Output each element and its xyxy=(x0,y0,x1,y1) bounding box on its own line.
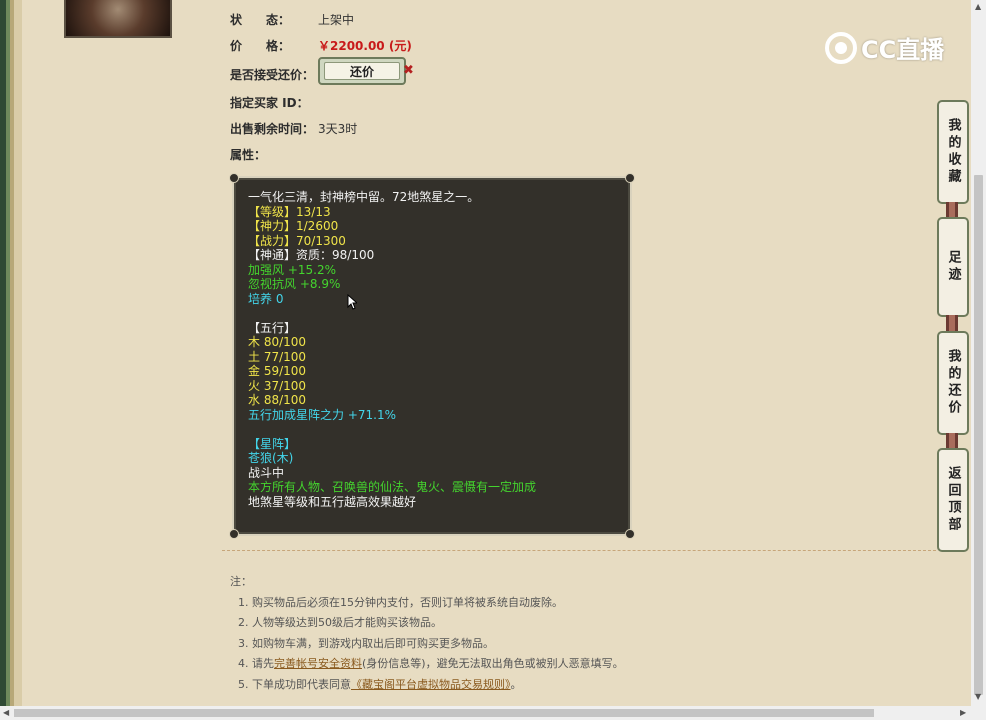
scroll-down-icon[interactable]: ▼ xyxy=(975,692,981,701)
note-item: 4. 请先完善帐号安全资料(身份信息等)，避免无法取出角色或被别人恶意填写。 xyxy=(230,654,624,675)
attribute-line: 加强风 +15.2% xyxy=(248,262,336,277)
panel-corner xyxy=(229,529,239,539)
attribute-line xyxy=(248,422,536,437)
attributes-row: 属性： xyxy=(230,146,266,163)
notes-title: 注： xyxy=(230,575,252,588)
status-value: 上架中 xyxy=(318,13,355,27)
mouse-cursor-icon xyxy=(347,293,359,310)
attribute-line: 苍狼(木) xyxy=(248,451,294,465)
section-divider xyxy=(222,550,936,551)
time-row: 出售剩余时间： 3天3时 xyxy=(230,120,357,137)
counter-offer-button[interactable]: 还价 xyxy=(318,57,406,85)
attribute-line: 火 37/100 xyxy=(248,378,307,393)
vertical-scrollbar-thumb[interactable] xyxy=(974,175,983,695)
side-nav-label: 我的收藏 xyxy=(945,118,961,186)
cc-logo-text: CC直播 xyxy=(861,36,945,64)
attribute-line: 地煞星等级和五行越高效果越好 xyxy=(248,494,417,509)
panel-corner xyxy=(625,529,635,539)
attribute-line: 木 80/100 xyxy=(248,335,307,349)
attribute-line: 忽视抗风 +8.9% xyxy=(248,277,341,291)
note-item: 3. 如购物车满，到游戏内取出后即可购买更多物品。 xyxy=(238,636,494,650)
side-nav-connector xyxy=(946,202,958,218)
account-security-link[interactable]: 完善帐号安全资料 xyxy=(274,657,362,670)
time-label: 出售剩余时间： xyxy=(230,122,315,136)
scroll-up-icon[interactable]: ▲ xyxy=(975,2,981,11)
note-item: 1. 购买物品后必须在15分钟内支付，否则订单将被系统自动废除。 xyxy=(238,595,563,609)
note-item: 2. 人物等级达到50级后才能购买该物品。 xyxy=(238,616,442,629)
horizontal-scrollbar[interactable]: ◀ ▶ xyxy=(0,706,986,720)
scroll-left-icon[interactable]: ◀ xyxy=(3,708,9,717)
attributes-label: 属性： xyxy=(230,148,267,162)
side-nav-label: 返回顶部 xyxy=(945,466,961,534)
side-nav-my-counter-offers[interactable]: 我的还价 xyxy=(937,331,969,435)
attribute-line: 五行加成星阵之力 +71.1% xyxy=(248,407,396,422)
attribute-line: 一气化三清，封神榜中留。72地煞星之一。 xyxy=(248,190,480,204)
side-nav-favorites[interactable]: 我的收藏 xyxy=(937,100,969,204)
attribute-line: 土 77/100 xyxy=(248,349,307,364)
side-nav-back-to-top[interactable]: 返回顶部 xyxy=(937,448,969,552)
attribute-line: 本方所有人物、召唤兽的仙法、鬼火、震慑有一定加成 xyxy=(248,480,537,494)
time-value: 3天3时 xyxy=(318,122,358,136)
attribute-line: 培养 0 xyxy=(248,291,284,306)
note-item: 5. 下单成功即代表同意《藏宝阁平台虚拟物品交易规则》。 xyxy=(230,675,624,696)
attribute-line: 【战力】70/1300 xyxy=(248,233,346,248)
character-portrait[interactable] xyxy=(64,0,172,38)
attribute-line: 水 88/100 xyxy=(248,393,307,407)
note-5-suffix: 。 xyxy=(510,677,522,691)
cc-logo-icon xyxy=(825,31,857,64)
side-nav-footprints[interactable]: 足迹 xyxy=(937,217,969,317)
price-value: ￥2200.00 (元) xyxy=(318,39,412,53)
notes-section: 注： 1. 购买物品后必须在15分钟内支付，否则订单将被系统自动废除。 2. 人… xyxy=(230,572,624,695)
attribute-line: 【神力】1/2600 xyxy=(248,219,339,233)
note-4-prefix: 4. 请先 xyxy=(238,657,274,670)
vertical-scrollbar[interactable]: ▲ ▼ xyxy=(971,0,986,706)
attribute-line: 【星阵】 xyxy=(248,436,297,451)
attribute-line xyxy=(248,306,536,321)
counter-disabled-icon: ✖ xyxy=(403,63,414,78)
scroll-right-icon[interactable]: ▶ xyxy=(960,708,966,717)
attribute-line: 战斗中 xyxy=(248,465,285,480)
counter-offer-label: 是否接受还价： xyxy=(230,68,315,82)
side-nav-connector xyxy=(946,315,958,331)
left-border xyxy=(0,0,22,706)
buyer-row: 指定买家 ID： xyxy=(230,94,309,111)
attribute-line: 【等级】13/13 xyxy=(248,204,331,219)
panel-corner xyxy=(625,173,635,183)
cc-live-logo: CC直播 xyxy=(825,30,944,65)
status-row: 状 态： 上架中 xyxy=(230,11,354,28)
side-nav-label: 足迹 xyxy=(945,250,961,284)
price-row: 价 格： ￥2200.00 (元) xyxy=(230,37,412,54)
trade-rules-link[interactable]: 《藏宝阁平台虚拟物品交易规则》 xyxy=(351,678,511,691)
horizontal-scrollbar-thumb[interactable] xyxy=(14,709,874,717)
attribute-line: 金 59/100 xyxy=(248,364,307,378)
status-label: 状 态： xyxy=(230,13,291,27)
buyer-label: 指定买家 ID： xyxy=(230,96,309,110)
page: 状 态： 上架中 价 格： ￥2200.00 (元) 是否接受还价： 还价 ✖ … xyxy=(0,0,970,706)
item-attribute-panel: 一气化三清，封神榜中留。72地煞星之一。 【等级】13/13 【神力】1/2600 【… xyxy=(229,173,635,539)
attribute-line: 【神通】资质：98/100 xyxy=(248,248,375,262)
counter-offer-button-label: 还价 xyxy=(324,62,400,80)
attribute-line: 【五行】 xyxy=(248,320,297,335)
price-label: 价 格： xyxy=(230,39,291,53)
panel-corner xyxy=(229,173,239,183)
side-nav-connector xyxy=(946,433,958,449)
attribute-lines: 一气化三清，封神榜中留。72地煞星之一。 【等级】13/13 【神力】1/2600 【… xyxy=(248,190,536,509)
counter-offer-row: 是否接受还价： xyxy=(230,66,314,83)
side-nav-label: 我的还价 xyxy=(945,349,961,417)
note-4-suffix: (身份信息等)，避免无法取出角色或被别人恶意填写。 xyxy=(362,657,624,670)
note-5-prefix: 5. 下单成功即代表同意 xyxy=(238,677,351,691)
